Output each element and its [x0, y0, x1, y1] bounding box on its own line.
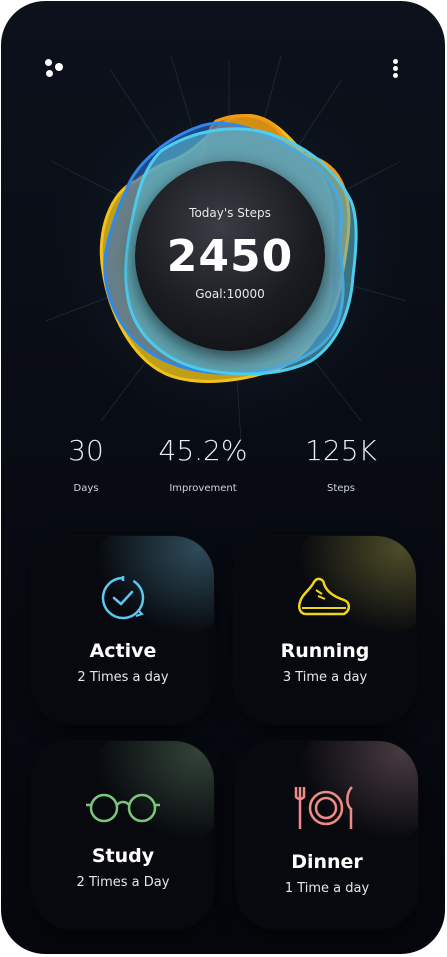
stat-improvement: 45.2% Improvement: [138, 434, 268, 494]
card-subtitle: 3 Time a day: [282, 670, 368, 685]
stat-days-value: 30: [68, 434, 104, 467]
card-title: Running: [280, 640, 370, 662]
glasses-icon: [86, 793, 160, 823]
stat-steps-label: Steps: [327, 483, 355, 494]
stat-improvement-value: 45.2%: [158, 434, 248, 467]
card-title: Study: [91, 845, 155, 867]
stat-days-label: Days: [73, 483, 99, 494]
shoe-icon: [298, 577, 351, 616]
steps-value: 2450: [166, 231, 294, 282]
stat-improvement-label: Improvement: [169, 483, 237, 494]
card-subtitle: 1 Time a day: [284, 881, 370, 896]
stat-days: 30 Days: [21, 434, 151, 494]
activity-card-study[interactable]: Study 2 Times a Day: [32, 741, 214, 929]
plate-cutlery-icon: [294, 786, 353, 829]
phone-screen: Today's Steps 2450 Goal:10000 30 Days 45…: [1, 1, 445, 954]
stat-steps: 125K Steps: [276, 434, 406, 494]
card-subtitle: 2 Times a Day: [76, 875, 170, 890]
card-title: Active: [89, 640, 157, 662]
activity-card-dinner[interactable]: Dinner 1 Time a day: [236, 741, 418, 929]
steps-goal: Goal:10000: [195, 287, 265, 301]
clock-check-icon: [101, 576, 145, 620]
activity-card-running[interactable]: Running 3 Time a day: [234, 536, 416, 724]
card-subtitle: 2 Times a day: [77, 670, 169, 685]
steps-label: Today's Steps: [189, 206, 271, 220]
steps-center-circle: Today's Steps 2450 Goal:10000: [135, 161, 325, 351]
card-title: Dinner: [291, 851, 363, 873]
activity-card-active[interactable]: Active 2 Times a day: [32, 536, 214, 724]
stat-steps-value: 125K: [305, 434, 377, 467]
